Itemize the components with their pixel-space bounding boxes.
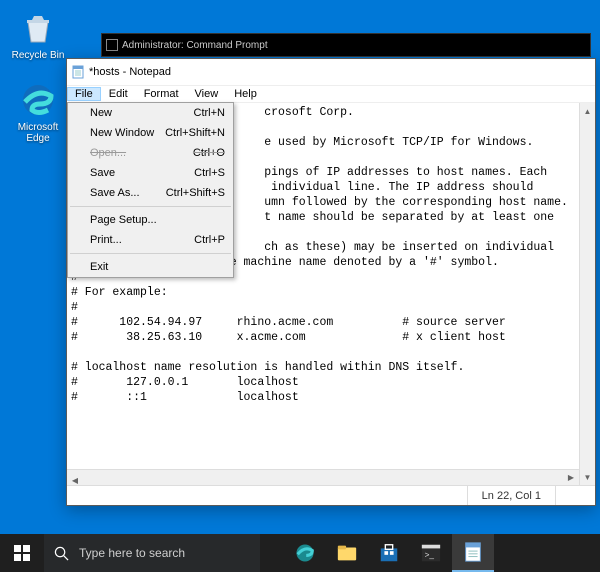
menu-item-page-setup[interactable]: Page Setup... bbox=[68, 210, 233, 230]
taskbar-notepad[interactable] bbox=[452, 534, 494, 572]
edge-icon bbox=[18, 80, 58, 120]
notepad-title-text: *hosts - Notepad bbox=[89, 66, 171, 78]
taskbar-search[interactable]: Type here to search bbox=[44, 534, 260, 572]
notepad-icon bbox=[71, 65, 85, 79]
menu-separator bbox=[70, 253, 231, 254]
cmd-titlebar[interactable]: Administrator: Command Prompt bbox=[102, 34, 590, 56]
scroll-up-icon[interactable]: ▲ bbox=[580, 103, 595, 119]
taskbar-explorer[interactable] bbox=[326, 534, 368, 572]
scroll-left-icon[interactable]: ◀ bbox=[67, 473, 83, 488]
menu-help[interactable]: Help bbox=[226, 87, 265, 101]
scroll-down-icon[interactable]: ▼ bbox=[580, 469, 595, 485]
scroll-right-icon[interactable]: ▶ bbox=[563, 470, 579, 485]
search-placeholder: Type here to search bbox=[79, 546, 185, 560]
file-menu-dropdown: NewCtrl+N New WindowCtrl+Shift+N Open...… bbox=[67, 102, 234, 278]
taskbar-pinned: >_ bbox=[284, 534, 494, 572]
menu-file[interactable]: File bbox=[67, 87, 101, 101]
menu-edit[interactable]: Edit bbox=[101, 87, 136, 101]
start-button[interactable] bbox=[0, 534, 44, 572]
menu-item-save[interactable]: SaveCtrl+S bbox=[68, 163, 233, 183]
menu-item-print[interactable]: Print...Ctrl+P bbox=[68, 230, 233, 250]
menu-item-open: Open...Ctrl+O bbox=[68, 143, 233, 163]
menu-item-save-as[interactable]: Save As...Ctrl+Shift+S bbox=[68, 183, 233, 203]
desktop-icon-recycle-bin[interactable]: Recycle Bin bbox=[8, 8, 68, 61]
menu-view[interactable]: View bbox=[187, 87, 227, 101]
status-position: Ln 22, Col 1 bbox=[467, 486, 555, 505]
cmd-title-text: Administrator: Command Prompt bbox=[122, 40, 268, 51]
notepad-titlebar[interactable]: *hosts - Notepad bbox=[67, 59, 595, 85]
windows-logo-icon bbox=[14, 545, 30, 561]
cmd-window[interactable]: Administrator: Command Prompt bbox=[101, 33, 591, 57]
scrollbar-vertical[interactable]: ▲ ▼ bbox=[579, 103, 595, 485]
taskbar: Type here to search >_ bbox=[0, 534, 600, 572]
menu-item-new-window[interactable]: New WindowCtrl+Shift+N bbox=[68, 123, 233, 143]
scrollbar-horizontal[interactable]: ◀ ▶ bbox=[67, 469, 579, 485]
notepad-statusbar: Ln 22, Col 1 bbox=[67, 485, 595, 505]
taskbar-cmd[interactable]: >_ bbox=[410, 534, 452, 572]
recycle-bin-icon bbox=[18, 8, 58, 48]
desktop-icon-label: Recycle Bin bbox=[8, 50, 68, 61]
desktop-icon-label: Microsoft Edge bbox=[8, 122, 68, 144]
notepad-menubar: File Edit Format View Help bbox=[67, 85, 595, 103]
menu-format[interactable]: Format bbox=[136, 87, 187, 101]
status-cell bbox=[555, 486, 595, 505]
menu-item-exit[interactable]: Exit bbox=[68, 257, 233, 277]
desktop-icon-edge[interactable]: Microsoft Edge bbox=[8, 80, 68, 144]
menu-separator bbox=[70, 206, 231, 207]
menu-item-new[interactable]: NewCtrl+N bbox=[68, 103, 233, 123]
cmd-icon bbox=[106, 39, 118, 51]
search-icon bbox=[54, 546, 69, 561]
svg-text:>_: >_ bbox=[425, 551, 435, 560]
taskbar-store[interactable] bbox=[368, 534, 410, 572]
taskbar-edge[interactable] bbox=[284, 534, 326, 572]
